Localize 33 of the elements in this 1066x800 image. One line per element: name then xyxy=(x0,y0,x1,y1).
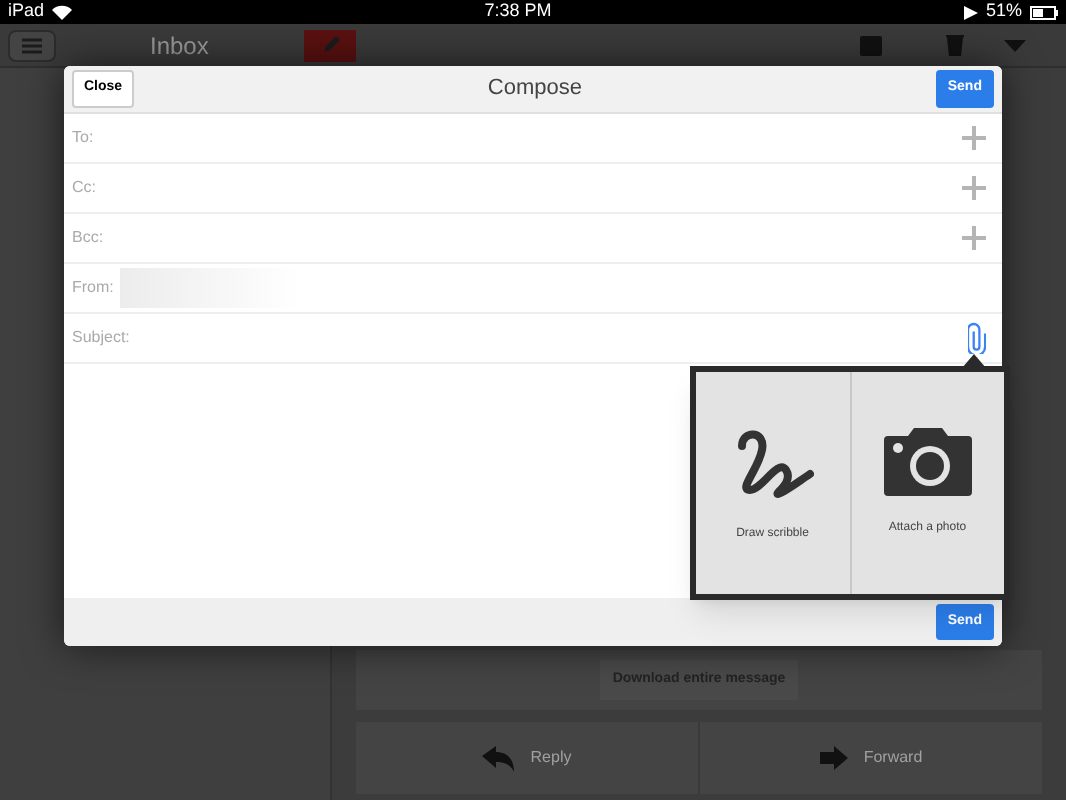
header-field[interactable]: Bcc: xyxy=(64,214,1002,264)
battery-level: 51% xyxy=(985,0,1022,25)
field-label: To: xyxy=(72,126,94,150)
status-time: 7:38 PM xyxy=(484,0,552,25)
inbox-title: Inbox xyxy=(150,29,209,63)
plus-icon[interactable] xyxy=(962,226,986,250)
dialog-title: Compose xyxy=(487,74,582,105)
device-name: iPad xyxy=(8,0,73,26)
paperclip-icon[interactable] xyxy=(968,322,986,354)
forward-icon xyxy=(819,746,848,770)
header-field[interactable]: To: xyxy=(64,114,1002,164)
location-icon xyxy=(963,5,978,19)
field-label: From: xyxy=(72,276,114,300)
header-field[interactable]: Subject: xyxy=(64,314,1002,364)
camera-icon xyxy=(883,428,972,496)
wifi-icon xyxy=(52,4,73,20)
dropdown-icon[interactable] xyxy=(1004,39,1026,51)
header-field[interactable]: From: xyxy=(64,264,1002,314)
reply-icon xyxy=(482,745,515,771)
battery-icon xyxy=(1030,5,1058,19)
plus-icon[interactable] xyxy=(962,126,986,150)
forward-button[interactable]: Forward xyxy=(698,722,1042,794)
field-label: Cc: xyxy=(72,176,96,200)
reply-button[interactable]: Reply xyxy=(356,722,698,794)
field-label: Subject: xyxy=(72,326,130,350)
trash-icon[interactable] xyxy=(946,34,964,56)
menu-button[interactable] xyxy=(8,29,56,61)
field-label: Bcc: xyxy=(72,226,104,250)
compose-button[interactable] xyxy=(304,29,357,61)
pencil-icon xyxy=(321,36,340,54)
menu-icon xyxy=(22,37,42,53)
header-field[interactable]: Cc: xyxy=(64,164,1002,214)
plus-icon[interactable] xyxy=(962,176,986,200)
